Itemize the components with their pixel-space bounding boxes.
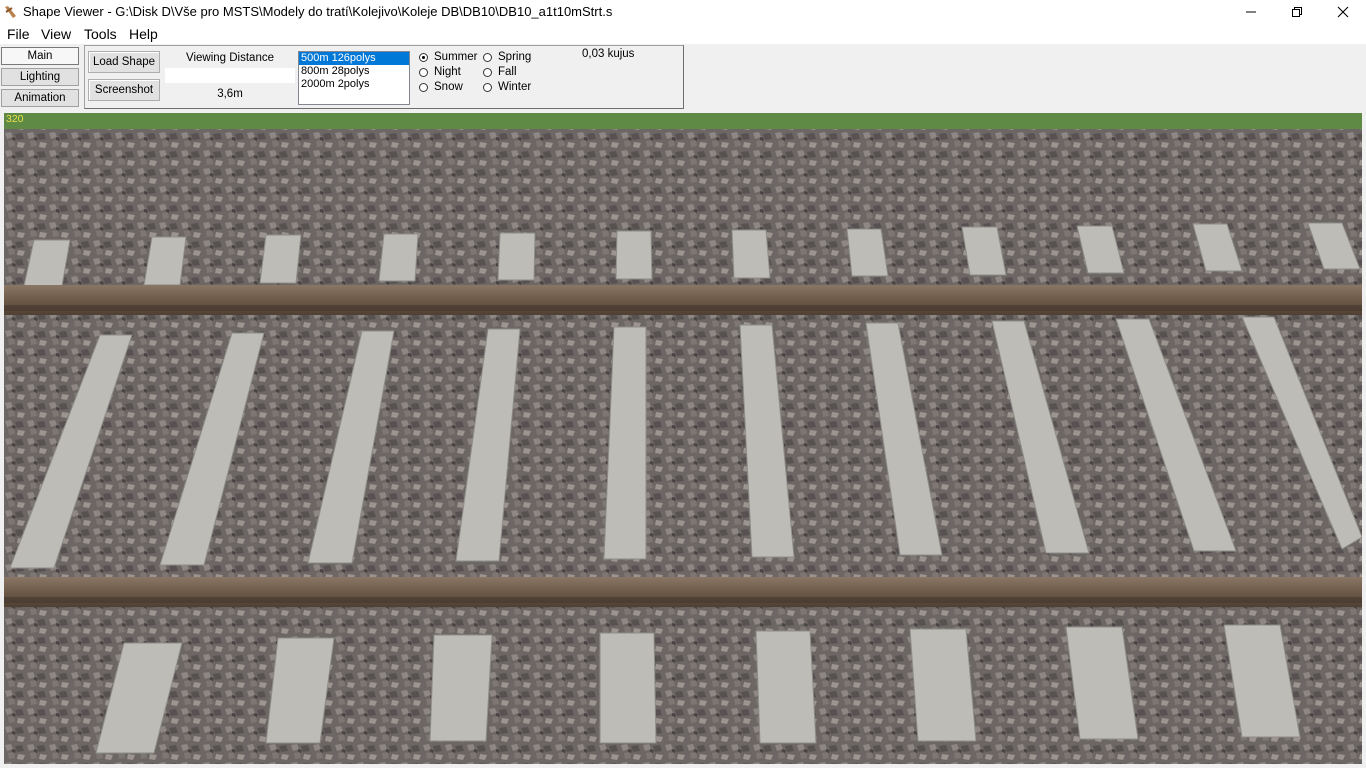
- viewing-distance-label: Viewing Distance: [185, 52, 274, 64]
- list-item[interactable]: 800m 28polys: [299, 65, 409, 78]
- menu-help[interactable]: Help: [129, 26, 158, 42]
- fps-readout: 0,03 kujus: [582, 48, 635, 60]
- grass-strip: [4, 113, 1362, 129]
- menu-bar: File View Tools Help: [0, 24, 1366, 44]
- tab-animation[interactable]: Animation: [1, 89, 79, 107]
- season-winter-radio[interactable]: Winter: [483, 81, 531, 93]
- frame-count: 320: [6, 113, 24, 125]
- track-render: [4, 113, 1362, 764]
- radio-icon: [419, 82, 428, 92]
- minimize-button[interactable]: [1228, 0, 1274, 24]
- season-snow-radio[interactable]: Snow: [419, 81, 463, 93]
- maximize-button[interactable]: [1274, 0, 1320, 24]
- screenshot-button[interactable]: Screenshot: [88, 79, 160, 101]
- list-item[interactable]: 500m 126polys: [299, 52, 409, 65]
- season-night-radio[interactable]: Night: [419, 66, 461, 78]
- season-spring-radio[interactable]: Spring: [483, 51, 531, 63]
- season-snow-label: Snow: [434, 81, 463, 93]
- title-bar: Shape Viewer - G:\Disk D\Vše pro MSTS\Mo…: [0, 0, 1366, 24]
- list-item[interactable]: 2000m 2polys: [299, 78, 409, 91]
- tab-main[interactable]: Main: [1, 47, 79, 65]
- control-area: Main Lighting Animation Load Shape Scree…: [0, 44, 1366, 113]
- load-shape-button[interactable]: Load Shape: [88, 51, 160, 73]
- window-title: Shape Viewer - G:\Disk D\Vše pro MSTS\Mo…: [23, 4, 613, 19]
- restore-icon: [1292, 7, 1302, 17]
- minimize-icon: [1246, 11, 1256, 13]
- season-night-label: Night: [434, 66, 461, 78]
- radio-icon: [483, 67, 492, 77]
- shape-viewport[interactable]: 320: [4, 113, 1362, 764]
- tab-lighting[interactable]: Lighting: [1, 68, 79, 86]
- menu-tools[interactable]: Tools: [84, 26, 117, 42]
- season-winter-label: Winter: [498, 81, 532, 93]
- radio-icon: [483, 52, 492, 62]
- viewing-distance-value: 3,6m: [217, 88, 243, 100]
- close-button[interactable]: [1320, 0, 1366, 24]
- menu-view[interactable]: View: [41, 26, 71, 42]
- season-fall-radio[interactable]: Fall: [483, 66, 517, 78]
- main-panel: Load Shape Screenshot Viewing Distance 3…: [84, 45, 684, 109]
- season-summer-radio[interactable]: Summer: [419, 51, 477, 63]
- app-icon: [5, 6, 16, 18]
- lod-list[interactable]: 500m 126polys 800m 28polys 2000m 2polys: [298, 51, 410, 105]
- menu-file[interactable]: File: [7, 26, 30, 42]
- close-icon: [1337, 6, 1349, 18]
- season-summer-label: Summer: [434, 51, 478, 63]
- radio-icon: [483, 82, 492, 92]
- radio-icon: [419, 67, 428, 77]
- radio-checked-icon: [419, 52, 428, 62]
- season-fall-label: Fall: [498, 66, 517, 78]
- season-spring-label: Spring: [498, 51, 532, 63]
- viewing-distance-slider[interactable]: [165, 68, 295, 83]
